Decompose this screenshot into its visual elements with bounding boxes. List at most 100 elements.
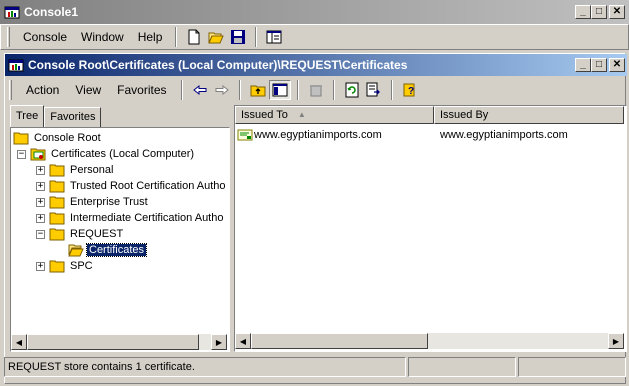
open-folder-icon (208, 32, 225, 44)
export-list-icon (366, 82, 380, 97)
list-header: Issued To ▲ Issued By (235, 106, 624, 124)
toolbar-separator (296, 80, 299, 100)
expand-toggle[interactable]: + (36, 181, 45, 191)
scroll-left-button[interactable]: ◀ (235, 333, 251, 349)
tab-tree[interactable]: Tree (10, 105, 45, 127)
left-arrow-icon: ◀ (15, 337, 23, 347)
issued-to-cell: www.egyptianimports.com (254, 128, 382, 141)
forward-button[interactable] (211, 80, 233, 100)
refresh-icon (345, 82, 359, 98)
save-disk-icon (231, 30, 246, 44)
menu-console[interactable]: Console (16, 27, 74, 47)
tree-item-trusted-root[interactable]: + Trusted Root Certification Autho (36, 178, 227, 194)
tree-item-label: Console Root (34, 132, 101, 144)
folder-icon (49, 179, 65, 193)
collapse-toggle[interactable]: − (36, 229, 45, 239)
tree-item-certificates-local[interactable]: − Certificates (Local Computer) (17, 146, 196, 162)
toolbar-grip[interactable] (7, 27, 10, 47)
export-list-button[interactable] (363, 80, 385, 100)
show-hide-tree-button[interactable] (268, 80, 291, 100)
scrollbar-track[interactable] (199, 334, 211, 350)
expand-toggle[interactable]: + (36, 165, 45, 175)
scrollbar-track[interactable] (428, 333, 608, 349)
expand-toggle[interactable]: + (36, 261, 45, 271)
scroll-right-button[interactable]: ▶ (211, 334, 227, 350)
console-tree-icon (272, 83, 288, 97)
child-title-bar[interactable]: Console Root\Certificates (Local Compute… (5, 54, 627, 76)
child-maximize-button[interactable]: □ (591, 58, 607, 72)
certificates-snapin-icon (30, 147, 46, 161)
menu-action[interactable]: Action (18, 80, 67, 100)
folder-icon (49, 195, 65, 209)
new-console-button[interactable] (183, 27, 205, 47)
menu-window[interactable]: Window (74, 27, 131, 47)
app-title-bar[interactable]: Console1 _ □ ✕ (0, 0, 629, 24)
sort-ascending-icon: ▲ (297, 110, 306, 119)
toolbar-grip[interactable] (9, 80, 12, 100)
close-button[interactable]: ✕ (609, 5, 625, 19)
child-close-button[interactable]: ✕ (609, 58, 625, 72)
expand-toggle[interactable]: + (36, 213, 45, 223)
column-label: Issued To (241, 109, 288, 121)
delete-button[interactable] (305, 80, 327, 100)
list-horizontal-scrollbar[interactable]: ◀ ▶ (235, 333, 624, 349)
tree-item-console-root[interactable]: Console Root (13, 130, 103, 146)
menu-favorites[interactable]: Favorites (109, 80, 174, 100)
main-menu-bar: Console Window Help (0, 24, 629, 50)
back-button[interactable] (189, 80, 211, 100)
child-minimize-button[interactable]: _ (575, 58, 591, 72)
tree-item-label: REQUEST (70, 228, 124, 240)
scrollbar-thumb[interactable] (251, 333, 428, 349)
collapse-toggle[interactable]: − (17, 149, 26, 159)
minimize-button[interactable]: _ (575, 5, 591, 19)
tree-item-enterprise-trust[interactable]: + Enterprise Trust (36, 194, 150, 210)
certificate-icon (237, 128, 253, 142)
column-header-issued-by[interactable]: Issued By (434, 106, 624, 124)
toolbar-separator (175, 27, 178, 47)
tree-item-label: Certificates (Local Computer) (51, 148, 195, 160)
console-tree-pane: Console Root − Certificates (Local Compu… (10, 127, 230, 352)
up-folder-icon (250, 85, 266, 97)
open-console-button[interactable] (205, 27, 227, 47)
status-bar: REQUEST store contains 1 certificate. (4, 357, 626, 377)
forward-arrow-icon (215, 84, 229, 96)
column-header-issued-to[interactable]: Issued To ▲ (235, 106, 434, 124)
scroll-right-button[interactable]: ▶ (608, 333, 624, 349)
save-console-button[interactable] (227, 27, 249, 47)
help-icon: ? (403, 83, 415, 97)
issued-by-cell: www.egyptianimports.com (440, 128, 568, 141)
up-one-level-button[interactable] (247, 80, 269, 100)
svg-text:?: ? (408, 86, 414, 97)
minimize-icon: _ (580, 6, 586, 17)
menu-help[interactable]: Help (131, 27, 170, 47)
tab-favorites[interactable]: Favorites (44, 107, 102, 127)
tree-item-personal[interactable]: + Personal (36, 162, 115, 178)
status-panel-2 (408, 357, 516, 377)
folder-icon (49, 211, 65, 225)
tree-tabs: Tree Favorites (10, 105, 102, 127)
new-window-button[interactable] (263, 27, 285, 47)
delete-icon (309, 85, 322, 97)
right-arrow-icon: ▶ (215, 337, 223, 347)
toolbar-separator (390, 80, 393, 100)
toolbar-separator (332, 80, 335, 100)
scrollbar-thumb[interactable] (27, 334, 199, 350)
list-item[interactable]: www.egyptianimports.com www.egyptianimpo… (237, 126, 568, 143)
tree-horizontal-scrollbar[interactable]: ◀ ▶ (11, 334, 227, 350)
menu-view[interactable]: View (67, 80, 109, 100)
toolbar-separator (238, 80, 241, 100)
tree-item-intermediate[interactable]: + Intermediate Certification Autho (36, 210, 225, 226)
folder-icon (49, 259, 65, 273)
refresh-button[interactable] (341, 80, 363, 100)
help-button[interactable]: ? (399, 80, 421, 100)
console-root-icon (8, 57, 24, 73)
new-document-icon (188, 29, 200, 45)
tree-item-request[interactable]: − REQUEST (36, 226, 125, 242)
tree-item-spc[interactable]: + SPC (36, 258, 95, 274)
expand-toggle[interactable]: + (36, 197, 45, 207)
folder-icon (49, 227, 65, 241)
tree-item-request-certificates[interactable]: Certificates (68, 242, 148, 258)
back-arrow-icon (192, 84, 207, 96)
scroll-left-button[interactable]: ◀ (11, 334, 27, 350)
maximize-button[interactable]: □ (591, 5, 607, 19)
